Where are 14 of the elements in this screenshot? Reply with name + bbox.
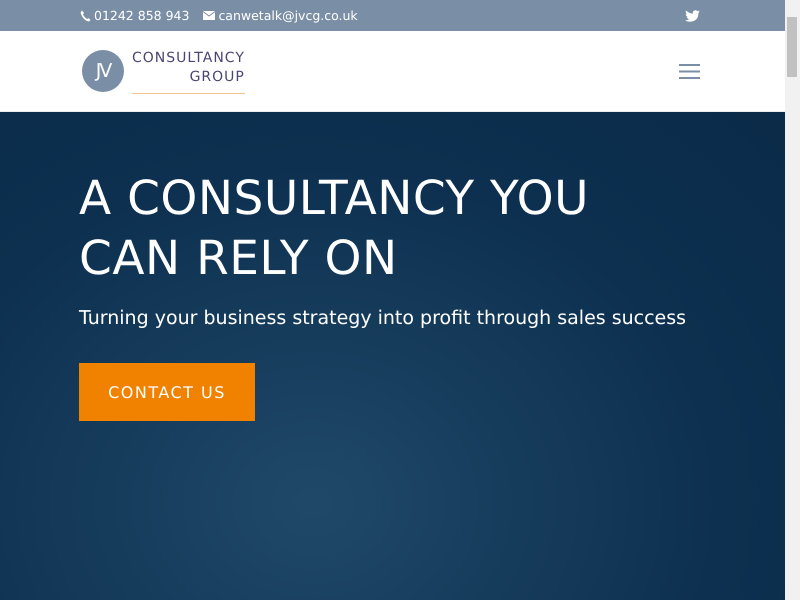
envelope-icon (203, 11, 216, 20)
hero-subtitle: Turning your business strategy into profit through sales success (79, 307, 688, 329)
menu-icon[interactable] (679, 64, 700, 78)
scrollbar-thumb[interactable] (787, 17, 797, 77)
phone-number[interactable]: 01242 858 943 (94, 8, 190, 23)
logo-text[interactable]: CONSULTANCY (132, 48, 245, 68)
hero-title: A CONSULTANCY YOU CAN RELY ON (79, 170, 590, 288)
logo-text[interactable]: GROUP (190, 68, 245, 86)
contact-button[interactable]: CONTACT US (79, 363, 255, 421)
logo-monogram[interactable]: JV (82, 50, 124, 92)
email-link[interactable]: canwetalk@jvcg.co.uk (218, 8, 358, 23)
phone-icon (80, 10, 91, 22)
twitter-bird-icon[interactable] (685, 10, 700, 22)
scrollbar[interactable] (785, 0, 800, 600)
